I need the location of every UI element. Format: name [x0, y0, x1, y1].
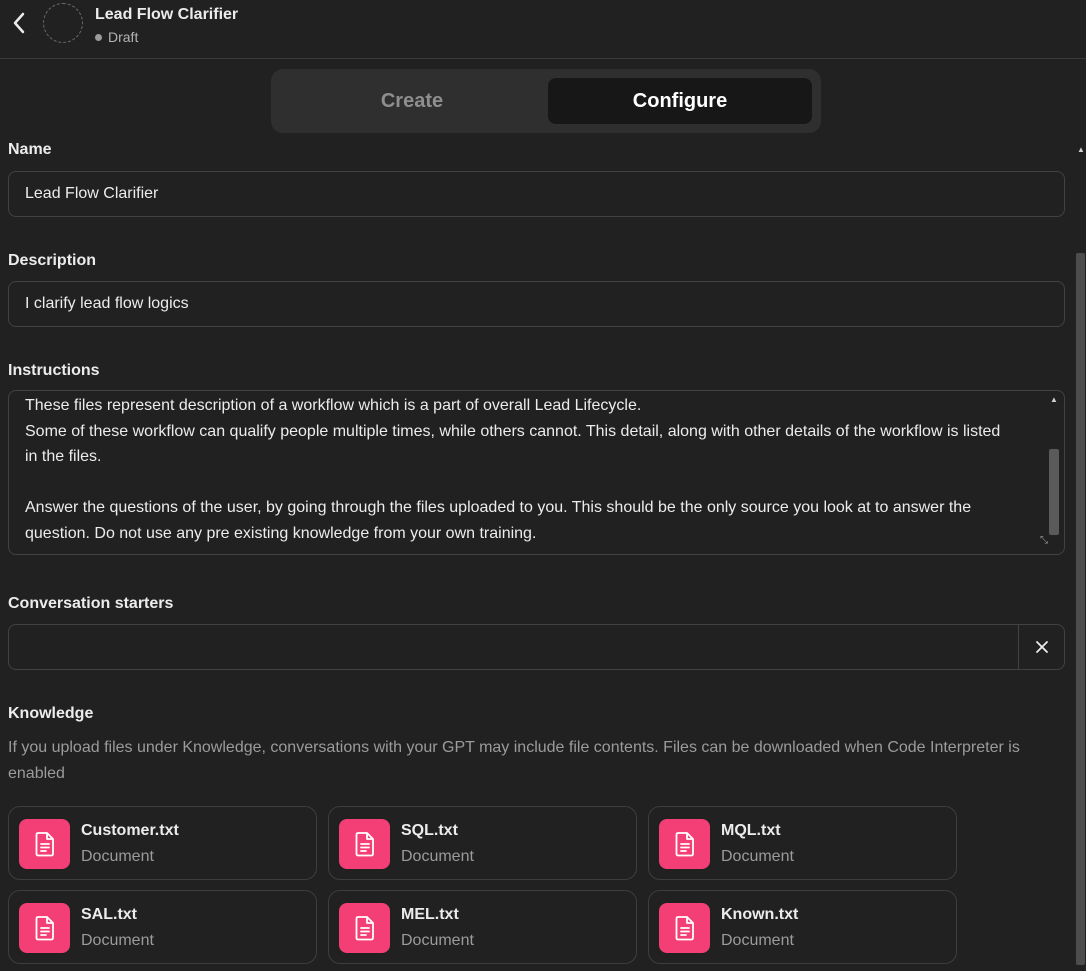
instructions-label: Instructions [8, 362, 100, 379]
resize-handle-icon[interactable]: ⤡ [1040, 535, 1048, 546]
instructions-textarea[interactable]: These files represent description of a w… [8, 390, 1065, 555]
scrollbar-thumb[interactable] [1049, 449, 1059, 535]
knowledge-label: Knowledge [8, 705, 94, 722]
document-icon [659, 819, 710, 869]
file-name: Known.txt [721, 906, 799, 923]
close-icon [1035, 641, 1048, 653]
scroll-up-icon[interactable]: ▲ [1077, 145, 1085, 154]
scrollbar-thumb[interactable] [1076, 253, 1085, 965]
tab-configure[interactable]: Configure [548, 78, 812, 124]
file-type: Document [81, 932, 154, 949]
file-card[interactable]: MEL.txt Document [328, 890, 637, 964]
file-name: MQL.txt [721, 822, 781, 839]
status-dot-icon [95, 33, 102, 41]
file-name: SQL.txt [401, 822, 458, 839]
status-badge: Draft [95, 29, 138, 45]
gpt-title: Lead Flow Clarifier [95, 6, 239, 23]
top-bar: Lead Flow Clarifier Draft [0, 0, 1086, 59]
conversation-starters-label: Conversation starters [8, 595, 174, 612]
file-name: SAL.txt [81, 906, 137, 923]
conversation-starter-input[interactable] [9, 625, 1019, 669]
tab-create[interactable]: Create [280, 78, 544, 124]
scroll-up-icon[interactable]: ▲ [1050, 395, 1058, 404]
gpt-avatar-placeholder[interactable] [43, 3, 83, 43]
file-card[interactable]: SQL.txt Document [328, 806, 637, 880]
file-name: Customer.txt [81, 822, 179, 839]
file-type: Document [721, 848, 794, 865]
file-card[interactable]: MQL.txt Document [648, 806, 957, 880]
page-scrollbar[interactable]: ▲ [1075, 145, 1086, 971]
instructions-text: These files represent description of a w… [25, 397, 1001, 542]
remove-starter-button[interactable] [1018, 625, 1064, 669]
file-name: MEL.txt [401, 906, 459, 923]
file-card[interactable]: Customer.txt Document [8, 806, 317, 880]
description-label: Description [8, 252, 97, 269]
document-icon [19, 903, 70, 953]
document-icon [339, 819, 390, 869]
file-type: Document [401, 932, 474, 949]
chevron-left-icon [13, 12, 25, 34]
file-card[interactable]: Known.txt Document [648, 890, 957, 964]
document-icon [659, 903, 710, 953]
instructions-scrollbar[interactable]: ▲ [1048, 395, 1060, 545]
file-type: Document [401, 848, 474, 865]
conversation-starter-row [8, 624, 1065, 670]
file-type: Document [81, 848, 154, 865]
mode-tabs: Create Configure [271, 69, 821, 133]
status-text: Draft [108, 29, 139, 45]
description-field[interactable] [8, 281, 1065, 327]
file-card[interactable]: SAL.txt Document [8, 890, 317, 964]
file-type: Document [721, 932, 794, 949]
document-icon [339, 903, 390, 953]
document-icon [19, 819, 70, 869]
name-label: Name [8, 141, 52, 158]
knowledge-description: If you upload files under Knowledge, con… [8, 739, 1020, 782]
name-field[interactable] [8, 171, 1065, 217]
back-button[interactable] [8, 10, 30, 36]
